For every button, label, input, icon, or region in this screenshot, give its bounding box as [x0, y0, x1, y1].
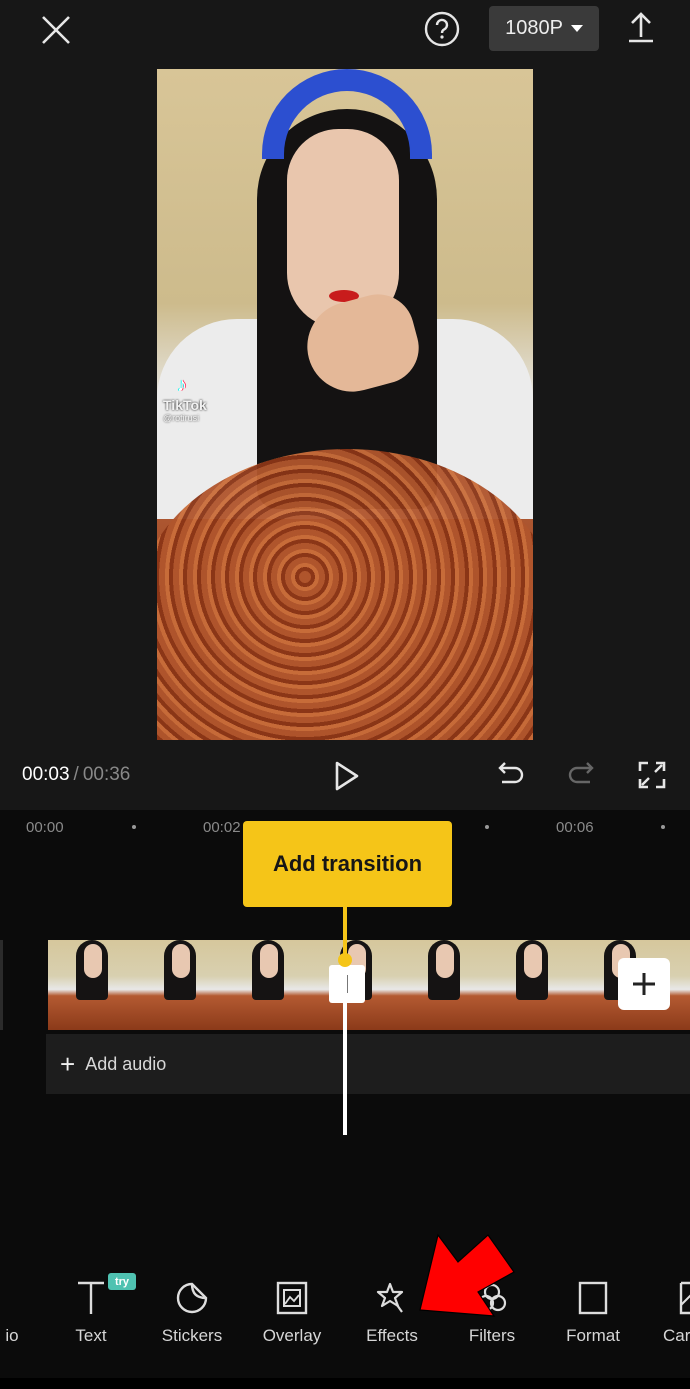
- undo-icon: [498, 762, 524, 784]
- current-time: 00:03: [22, 764, 70, 785]
- redo-icon: [568, 762, 594, 784]
- tool-label: Overlay: [262, 1326, 322, 1345]
- tool-label: Car: [663, 1326, 690, 1345]
- total-time: 00:36: [82, 764, 131, 785]
- top-bar: 1080P: [0, 0, 690, 60]
- ruler-dot: [661, 825, 665, 829]
- tool-audio[interactable]: io: [0, 1280, 20, 1350]
- tiktok-logo-icon: ♪: [177, 374, 187, 396]
- watermark-brand: TikTok: [163, 397, 207, 413]
- text-icon: [73, 1280, 109, 1316]
- format-icon: [575, 1280, 611, 1316]
- sticker-icon: [174, 1280, 210, 1316]
- fullscreen-icon: [638, 761, 666, 789]
- preview-headband: [262, 69, 432, 159]
- resolution-value: 1080P: [505, 17, 563, 39]
- overlay-icon: [274, 1280, 310, 1316]
- play-button[interactable]: [330, 756, 364, 796]
- transition-button[interactable]: [329, 965, 365, 1003]
- fullscreen-button[interactable]: [634, 757, 670, 793]
- tiktok-watermark: ♪ TikTok @rotirusi: [163, 374, 207, 423]
- tool-label: Effects: [366, 1326, 418, 1345]
- ruler-label: 00:00: [26, 819, 64, 836]
- help-icon: [424, 11, 460, 47]
- time-readout: 00:03/00:36: [22, 764, 130, 786]
- tooltip-anchor-dot: [338, 953, 352, 967]
- redo-button[interactable]: [564, 758, 598, 792]
- export-button[interactable]: [624, 10, 658, 44]
- playhead[interactable]: [343, 965, 347, 1135]
- caret-down-icon: [570, 25, 583, 32]
- export-upload-icon: [629, 12, 653, 43]
- clip-frame: [224, 940, 312, 1030]
- close-icon: [42, 16, 70, 44]
- clip-frame: [48, 940, 136, 1030]
- ruler-label: 00:02: [203, 819, 241, 836]
- tool-text[interactable]: Text: [41, 1280, 141, 1350]
- add-audio-label: Add audio: [85, 1053, 167, 1074]
- preview-food: [157, 449, 533, 740]
- annotation-arrow: [419, 1233, 515, 1317]
- tool-label: Filters: [468, 1326, 516, 1345]
- plus-icon: [633, 973, 655, 995]
- canvas-icon: [679, 1280, 690, 1316]
- add-clip-button[interactable]: [618, 958, 670, 1010]
- effects-star-icon: [374, 1280, 410, 1316]
- tool-overlay[interactable]: Overlay: [242, 1280, 342, 1350]
- add-transition-tooltip[interactable]: Add transition: [243, 821, 452, 907]
- clip-frame: [136, 940, 224, 1030]
- close-button[interactable]: [36, 10, 76, 50]
- help-button[interactable]: [423, 10, 461, 48]
- tool-format[interactable]: Format: [543, 1280, 643, 1350]
- plus-icon: +: [60, 1049, 76, 1079]
- system-nav-bar: [0, 1378, 690, 1389]
- tool-label: Stickers: [161, 1326, 223, 1345]
- time-separator: /: [73, 764, 79, 785]
- ruler-dot: [485, 825, 489, 829]
- tool-label: io: [5, 1326, 19, 1345]
- try-badge: try: [108, 1273, 136, 1290]
- tool-canvas[interactable]: Car: [643, 1280, 690, 1350]
- tool-label: Text: [75, 1326, 107, 1345]
- video-preview[interactable]: ♪ TikTok @rotirusi: [157, 69, 533, 740]
- watermark-handle: @rotirusi: [163, 413, 200, 423]
- previous-clip-edge: [0, 940, 3, 1030]
- clip-frame: [488, 940, 576, 1030]
- tooltip-text: Add transition: [272, 851, 423, 876]
- ruler-label: 00:06: [556, 819, 594, 836]
- tool-stickers[interactable]: Stickers: [142, 1280, 242, 1350]
- add-audio-button[interactable]: + Add audio: [46, 1034, 690, 1094]
- video-clip-track[interactable]: [48, 940, 690, 1030]
- undo-button[interactable]: [494, 758, 528, 792]
- clip-frame: [400, 940, 488, 1030]
- tool-label: Format: [566, 1326, 620, 1345]
- play-icon: [335, 761, 359, 791]
- ruler-dot: [132, 825, 136, 829]
- resolution-dropdown[interactable]: 1080P: [489, 6, 599, 51]
